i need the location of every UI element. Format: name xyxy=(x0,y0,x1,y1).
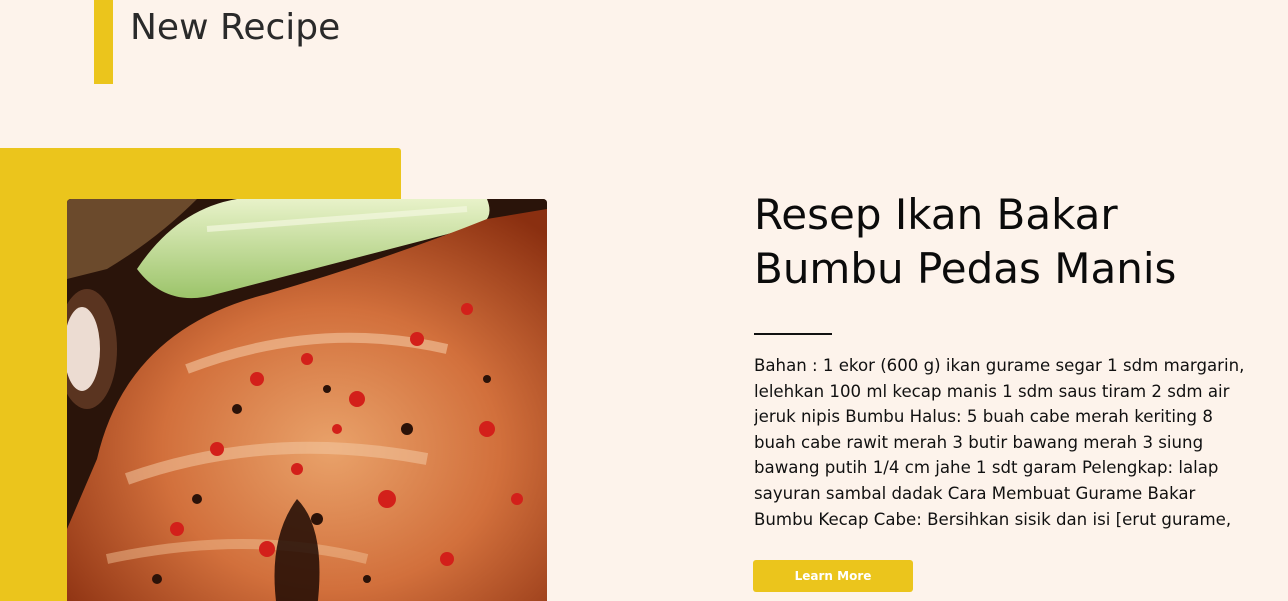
section-title: New Recipe xyxy=(130,7,341,48)
section-accent-bar xyxy=(94,0,113,84)
learn-more-button[interactable]: Learn More xyxy=(753,560,913,592)
recipe-image xyxy=(67,199,547,601)
recipe-title: Resep Ikan Bakar Bumbu Pedas Manis xyxy=(754,190,1177,293)
title-divider xyxy=(754,333,832,335)
recipe-description: Bahan : 1 ekor (600 g) ikan gurame segar… xyxy=(754,356,1245,529)
grilled-fish-photo xyxy=(67,199,547,601)
